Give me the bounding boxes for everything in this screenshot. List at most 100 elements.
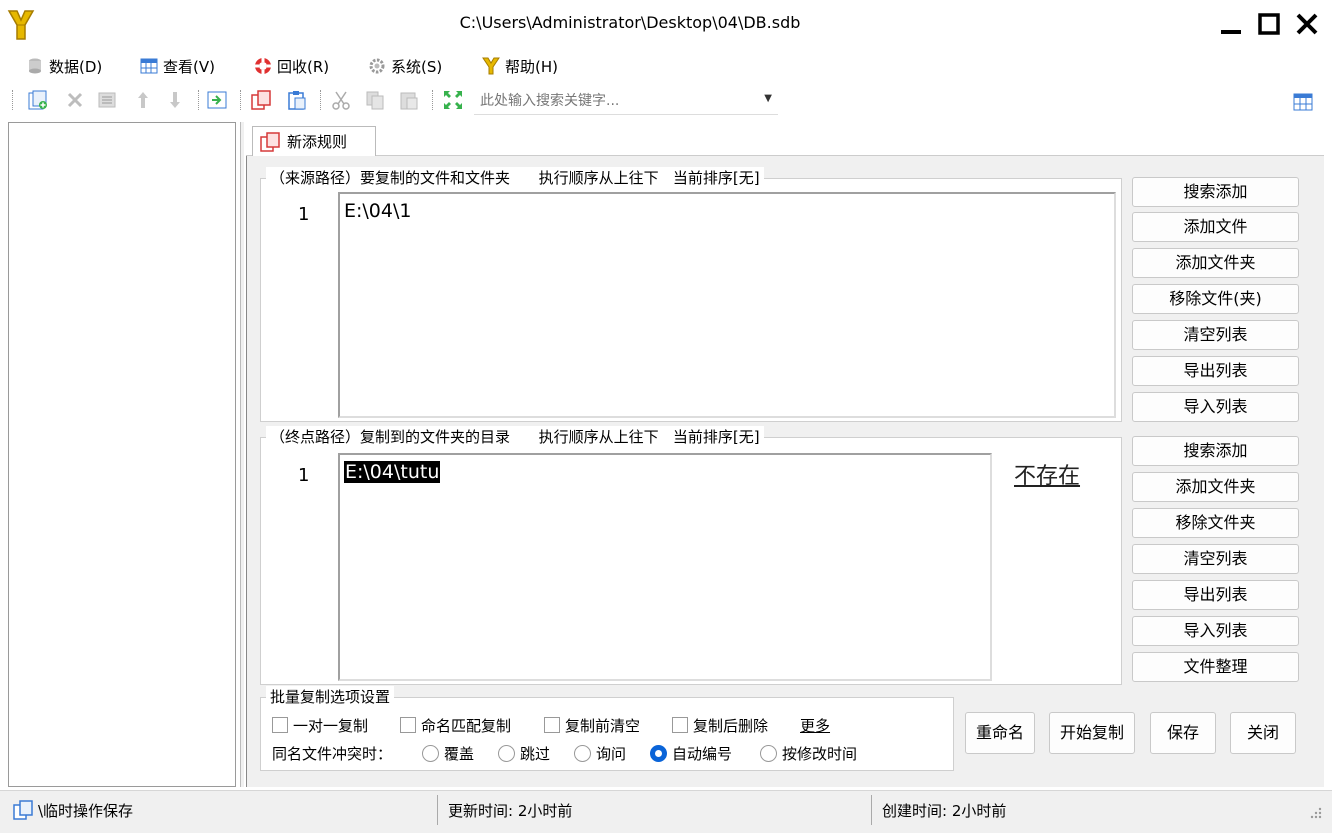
dest-organize-files-button[interactable]: 文件整理 xyxy=(1132,652,1299,682)
copy-icon[interactable] xyxy=(364,89,386,111)
maximize-button[interactable] xyxy=(1254,10,1284,40)
menu-view[interactable]: 查看(V) xyxy=(140,54,215,78)
view-grid-icon xyxy=(140,58,158,74)
dest-search-add-button[interactable]: 搜索添加 xyxy=(1132,436,1299,466)
radio-by-modified-time[interactable]: 按修改时间 xyxy=(760,742,857,764)
menu-system-label: 系统(S) xyxy=(391,57,443,76)
radio-circle[interactable] xyxy=(422,744,439,762)
dest-remove-folder-button[interactable]: 移除文件夹 xyxy=(1132,508,1299,538)
move-up-icon[interactable] xyxy=(132,89,154,111)
tab-label: 新添规则 xyxy=(287,133,348,151)
help-logo-icon xyxy=(482,57,500,75)
toolbar-separator xyxy=(320,90,321,110)
panel-splitter[interactable] xyxy=(240,122,244,787)
rename-button[interactable]: 重命名 xyxy=(965,712,1035,754)
dest-status-link[interactable]: 不存在 xyxy=(1014,458,1080,490)
radio-label: 按修改时间 xyxy=(782,744,858,763)
start-copy-button[interactable]: 开始复制 xyxy=(1049,712,1135,754)
delete-icon[interactable] xyxy=(64,89,86,111)
source-export-list-button[interactable]: 导出列表 xyxy=(1132,356,1299,386)
close-icon xyxy=(1296,13,1318,35)
paste-icon[interactable] xyxy=(398,89,420,111)
paste-rule-icon[interactable] xyxy=(286,89,308,111)
checkbox-label: 复制后删除 xyxy=(693,716,769,735)
source-import-list-button[interactable]: 导入列表 xyxy=(1132,392,1299,422)
menu-view-label: 查看(V) xyxy=(163,57,215,76)
close-button[interactable]: 关闭 xyxy=(1230,712,1296,754)
close-window-button[interactable] xyxy=(1292,10,1322,40)
source-list[interactable] xyxy=(338,192,1116,418)
checkbox-label: 复制前清空 xyxy=(565,716,641,735)
properties-icon[interactable] xyxy=(96,89,118,111)
checkbox-one-to-one[interactable]: 一对一复制 xyxy=(272,714,368,736)
dest-import-list-button[interactable]: 导入列表 xyxy=(1132,616,1299,646)
resize-grip-icon[interactable] xyxy=(1308,805,1322,819)
source-list-item[interactable]: E:\04\1 xyxy=(344,200,411,222)
menu-recycle[interactable]: 回收(R) xyxy=(254,54,329,78)
radio-circle[interactable] xyxy=(498,744,515,762)
checkbox-delete-after[interactable]: 复制后删除 xyxy=(672,714,768,736)
source-legend: （来源路径）要复制的文件和文件夹 执行顺序从上往下 当前排序[无] xyxy=(266,167,764,188)
menu-bar: 数据(D) 查看(V) 回收(R) 系统(S) 帮助(H) xyxy=(0,52,1332,80)
checkbox-name-match[interactable]: 命名匹配复制 xyxy=(400,714,511,736)
radio-label: 询问 xyxy=(596,744,627,763)
radio-circle[interactable] xyxy=(760,744,777,762)
menu-data-label: 数据(D) xyxy=(49,57,103,76)
checkbox-box[interactable] xyxy=(272,717,288,733)
import-icon[interactable] xyxy=(206,89,228,111)
new-rule-icon[interactable] xyxy=(26,89,48,111)
cut-icon[interactable] xyxy=(330,89,352,111)
search-combobox[interactable]: ▼ xyxy=(474,87,778,115)
menu-data[interactable]: 数据(D) xyxy=(26,54,102,78)
layout-grid-icon[interactable] xyxy=(1292,91,1314,113)
source-clear-list-button[interactable]: 清空列表 xyxy=(1132,320,1299,350)
minimize-button[interactable] xyxy=(1216,10,1246,40)
radio-label: 自动编号 xyxy=(672,744,733,763)
move-down-icon[interactable] xyxy=(164,89,186,111)
radio-skip[interactable]: 跳过 xyxy=(498,742,550,764)
database-icon xyxy=(29,58,41,74)
source-row-number: 1 xyxy=(298,204,310,225)
toolbar-separator xyxy=(198,90,199,110)
chevron-down-icon[interactable]: ▼ xyxy=(764,93,772,104)
status-updated-time: 更新时间: 2小时前 xyxy=(448,802,573,820)
tab-new-rule[interactable]: 新添规则 xyxy=(252,126,376,156)
conflict-label: 同名文件冲突时： xyxy=(272,744,393,763)
temp-save-icon xyxy=(13,800,33,820)
rule-tree-panel[interactable] xyxy=(8,122,236,787)
window-title: C:\Users\Administrator\Desktop\04\DB.sdb xyxy=(459,13,801,32)
radio-ask[interactable]: 询问 xyxy=(574,742,626,764)
radio-circle-selected[interactable] xyxy=(650,744,667,762)
source-add-file-button[interactable]: 添加文件 xyxy=(1132,212,1299,242)
gear-icon xyxy=(369,58,385,74)
checkbox-box[interactable] xyxy=(672,717,688,733)
radio-auto-number[interactable]: 自动编号 xyxy=(650,742,732,764)
copy-rule-icon[interactable] xyxy=(250,89,272,111)
radio-label: 覆盖 xyxy=(444,744,475,763)
menu-recycle-label: 回收(R) xyxy=(277,57,330,76)
dest-add-folder-button[interactable]: 添加文件夹 xyxy=(1132,472,1299,502)
checkbox-box[interactable] xyxy=(400,717,416,733)
checkbox-box[interactable] xyxy=(544,717,560,733)
dest-export-list-button[interactable]: 导出列表 xyxy=(1132,580,1299,610)
radio-circle[interactable] xyxy=(574,744,591,762)
source-search-add-button[interactable]: 搜索添加 xyxy=(1132,177,1299,207)
dest-list-item[interactable]: E:\04\tutu xyxy=(344,461,441,483)
status-temp-save: \临时操作保存 xyxy=(38,802,134,820)
dest-list[interactable] xyxy=(338,453,992,681)
search-input[interactable] xyxy=(480,89,760,113)
menu-system[interactable]: 系统(S) xyxy=(368,54,442,78)
toolbar-separator xyxy=(432,90,433,110)
more-options-link[interactable]: 更多 xyxy=(800,714,830,736)
source-add-folder-button[interactable]: 添加文件夹 xyxy=(1132,248,1299,278)
status-bar: \临时操作保存 更新时间: 2小时前 创建时间: 2小时前 xyxy=(0,790,1332,833)
save-button[interactable]: 保存 xyxy=(1150,712,1216,754)
dest-clear-list-button[interactable]: 清空列表 xyxy=(1132,544,1299,574)
radio-overwrite[interactable]: 覆盖 xyxy=(422,742,474,764)
radio-label: 跳过 xyxy=(520,744,551,763)
toolbar-grip xyxy=(12,90,13,110)
menu-help[interactable]: 帮助(H) xyxy=(482,54,558,78)
fullscreen-icon[interactable] xyxy=(442,89,464,111)
checkbox-clear-before[interactable]: 复制前清空 xyxy=(544,714,640,736)
source-remove-button[interactable]: 移除文件(夹) xyxy=(1132,284,1299,314)
